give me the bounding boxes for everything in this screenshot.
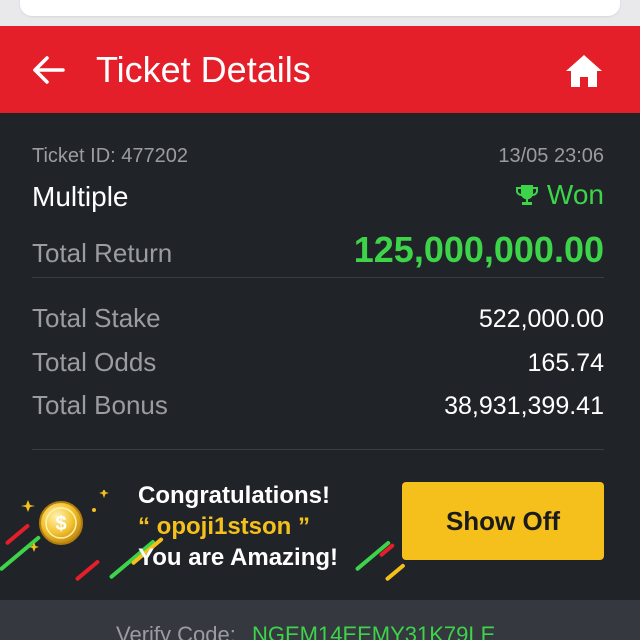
congrats-subtext: You are Amazing! [138, 544, 339, 571]
address-bar[interactable] [20, 0, 620, 16]
trophy-icon [515, 185, 538, 205]
decorative-streak [354, 540, 391, 572]
back-button[interactable] [30, 52, 66, 88]
ticket-meta-row: Ticket ID: 477202 13/05 23:06 [32, 145, 604, 168]
verify-code-line: Verify Code: NGEM14EEMY31K79LE [116, 622, 495, 640]
total-return-row: Total Return 125,000,000.00 [32, 229, 604, 271]
verify-code-label: Verify Code: [116, 622, 236, 640]
total-stake-row: Total Stake 522,000.00 [32, 303, 604, 334]
congratulations-banner: $ Congratulations! “ opoji1stson ” You a… [0, 450, 640, 600]
congrats-heading: Congratulations! [138, 482, 330, 509]
app-header: Ticket Details [0, 26, 640, 113]
bet-type-row: Multiple Won [32, 179, 604, 213]
decorative-streak [74, 559, 101, 582]
total-odds-row: Total Odds 165.74 [32, 347, 604, 378]
bet-type: Multiple [32, 181, 129, 212]
total-stake-label: Total Stake [32, 303, 161, 333]
total-odds-value: 165.74 [527, 349, 604, 377]
browser-top-strip [0, 0, 640, 26]
page-title: Ticket Details [96, 49, 311, 90]
verify-code-value[interactable]: NGEM14EEMY31K79LE [252, 622, 495, 640]
total-bonus-value: 38,931,399.41 [444, 392, 604, 420]
divider [32, 277, 604, 278]
total-bonus-row: Total Bonus 38,931,399.41 [32, 390, 604, 421]
ticket-id: Ticket ID: 477202 [32, 145, 189, 167]
congratulations-message: Congratulations! “ opoji1stson ” You are… [138, 480, 338, 573]
svg-text:$: $ [55, 513, 66, 535]
status-text: Won [546, 179, 604, 210]
total-bonus-label: Total Bonus [32, 390, 168, 420]
total-odds-label: Total Odds [32, 347, 157, 377]
home-button[interactable] [562, 52, 606, 90]
verify-code-bar: Verify Code: NGEM14EEMY31K79LE [0, 600, 640, 640]
total-return-value: 125,000,000.00 [353, 229, 604, 270]
arrow-left-icon [33, 56, 65, 84]
status-badge: Won [515, 179, 604, 211]
decorative-streak [384, 563, 406, 582]
total-return-label: Total Return [32, 238, 173, 268]
show-off-button[interactable]: Show Off [402, 482, 604, 560]
dollar-coin-icon: $ [39, 501, 83, 545]
total-stake-value: 522,000.00 [478, 305, 604, 333]
home-icon [566, 55, 602, 87]
username: “ opoji1stson ” [138, 513, 311, 540]
ticket-datetime: 13/05 23:06 [498, 145, 604, 167]
